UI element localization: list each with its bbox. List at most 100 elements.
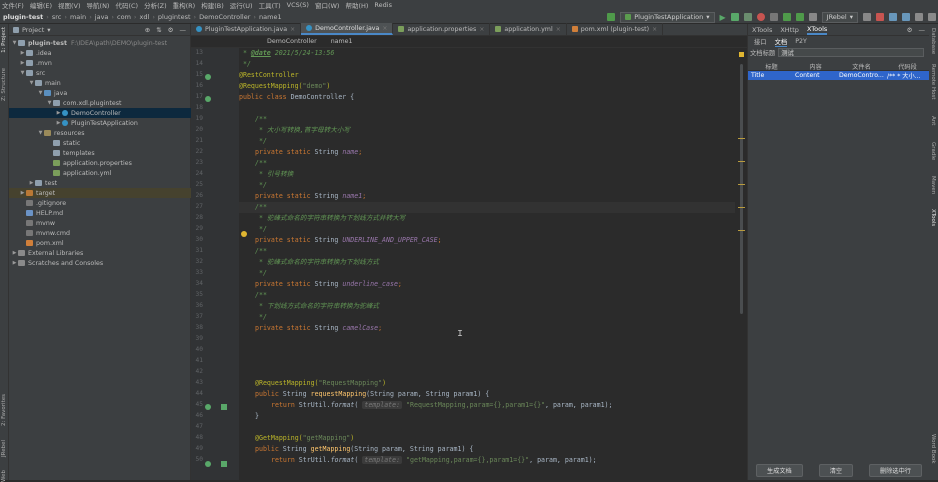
- code-line-24[interactable]: * 引号转换: [239, 169, 293, 180]
- menu-file[interactable]: 文件(F): [2, 0, 24, 10]
- collapse-all-icon[interactable]: ⇅: [156, 26, 161, 34]
- menu-navigate[interactable]: 导航(N): [87, 0, 110, 10]
- code-line-14[interactable]: */: [239, 59, 251, 70]
- project-structure-icon[interactable]: [889, 13, 897, 21]
- generate-doc-button[interactable]: 生成文档: [755, 464, 803, 477]
- code-line-16[interactable]: @RequestMapping("demo"): [239, 81, 330, 92]
- favorites-tool-button[interactable]: 2: Favorites: [1, 394, 7, 426]
- profile-icon[interactable]: [756, 13, 765, 21]
- tree-item-external-libraries[interactable]: ▶ External Libraries: [9, 248, 191, 258]
- sdk-icon[interactable]: [902, 13, 910, 21]
- code-line-13[interactable]: * @date 2021/5/24-13:56: [239, 48, 334, 59]
- jrebel-debug-icon[interactable]: [795, 13, 804, 21]
- tree-item-idea[interactable]: ▶ .idea: [9, 48, 191, 58]
- code-line-36[interactable]: * 下划线方式命名的字符串转换为驼峰式: [239, 301, 379, 312]
- menu-help[interactable]: 帮助(H): [345, 0, 368, 10]
- tree-item-templates[interactable]: templates: [9, 148, 191, 158]
- tab-application-yml[interactable]: application.yml ×: [490, 23, 567, 35]
- tree-item-application-properties[interactable]: application.properties: [9, 158, 191, 168]
- code-line-35[interactable]: /**: [239, 290, 267, 301]
- column-header-filename[interactable]: 文件名: [836, 62, 884, 71]
- run-icon[interactable]: ▶: [720, 13, 726, 22]
- tree-item-application-yml[interactable]: application.yml: [9, 168, 191, 178]
- tree-item-java[interactable]: ▼ java: [9, 88, 191, 98]
- menu-redis[interactable]: Redis: [374, 1, 392, 9]
- code-line-32[interactable]: * 驼峰式命名的字符串转换为下划线方式: [239, 257, 379, 268]
- code-line-30[interactable]: private static String UNDERLINE_AND_UPPE…: [239, 235, 442, 246]
- spring-endpoint-icon[interactable]: [205, 461, 211, 467]
- tab-pom-xml[interactable]: pom.xml (plugin-test) ×: [567, 23, 664, 35]
- tree-item-pom-xml[interactable]: pom.xml: [9, 238, 191, 248]
- column-header-title[interactable]: 标题: [748, 62, 792, 71]
- locate-icon[interactable]: ⊕: [145, 26, 150, 34]
- menu-edit[interactable]: 编辑(E): [30, 0, 52, 10]
- run-method-icon[interactable]: [221, 461, 227, 467]
- menu-vcs[interactable]: VCS(S): [287, 1, 309, 9]
- ant-tool-button[interactable]: Ant: [930, 116, 936, 125]
- code-line-48[interactable]: @GetMapping("getMapping"): [239, 433, 354, 444]
- code-line-33[interactable]: */: [239, 268, 267, 279]
- menu-refactor[interactable]: 重构(R): [173, 0, 196, 10]
- coverage-icon[interactable]: [743, 13, 752, 21]
- tab-plugintestapplication[interactable]: PluginTestApplication.java ×: [191, 23, 302, 35]
- code-line-28[interactable]: * 驼峰式命名的字符串转换为下划线方式并转大写: [239, 213, 405, 224]
- warning-icon[interactable]: [739, 52, 744, 57]
- stop-icon[interactable]: [876, 13, 884, 21]
- subtab-p2y[interactable]: P2Y: [795, 38, 807, 45]
- jrebel-panel-icon[interactable]: [863, 13, 871, 21]
- close-icon[interactable]: ×: [652, 26, 657, 33]
- breadcrumb-field[interactable]: name1: [259, 13, 282, 21]
- code-line-20[interactable]: * 大小写转换,首字母转大小写: [239, 125, 350, 136]
- tree-item-src[interactable]: ▼ src: [9, 68, 191, 78]
- column-header-content[interactable]: 内容: [792, 62, 836, 71]
- menu-window[interactable]: 窗口(W): [315, 0, 340, 10]
- tree-item-democontroller[interactable]: ▶ DemoController: [9, 108, 191, 118]
- tree-item-mvnw-cmd[interactable]: mvnw.cmd: [9, 228, 191, 238]
- tree-item-plugin-test[interactable]: ▼ plugin-test F:\IDEA\path\DEMO\plugin-tes…: [9, 38, 191, 48]
- debug-icon[interactable]: [730, 13, 739, 21]
- spring-endpoint-icon[interactable]: [205, 404, 211, 410]
- jrebel-update-icon[interactable]: [808, 13, 817, 21]
- doc-title-input[interactable]: [778, 48, 925, 57]
- menu-code[interactable]: 代码(C): [115, 0, 138, 10]
- tree-item-resources[interactable]: ▼ resources: [9, 128, 191, 138]
- chevron-down-icon[interactable]: ▾: [47, 26, 50, 34]
- tab-xtools-1[interactable]: XTools: [752, 26, 772, 34]
- code-line-15[interactable]: @RestController: [239, 70, 299, 81]
- remote-host-tool-button[interactable]: Remote Host: [930, 64, 936, 100]
- tree-item-mvnw[interactable]: mvnw: [9, 218, 191, 228]
- web-tool-button[interactable]: Web: [1, 470, 7, 482]
- menu-run[interactable]: 运行(U): [230, 0, 253, 10]
- close-icon[interactable]: ×: [479, 26, 484, 33]
- code-line-43[interactable]: @RequestMapping("RequestMapping"): [239, 378, 386, 389]
- tree-item-static[interactable]: static: [9, 138, 191, 148]
- tree-item-mvn[interactable]: ▶ .mvn: [9, 58, 191, 68]
- xtools-tool-button[interactable]: XTools: [930, 209, 936, 226]
- subtab-api[interactable]: 接口: [754, 37, 767, 46]
- gradle-tool-button[interactable]: Gradle: [930, 142, 936, 160]
- structure-tool-button[interactable]: Z: Structure: [1, 68, 7, 101]
- menu-tools[interactable]: 工具(T): [259, 0, 281, 10]
- breadcrumb-java[interactable]: java: [95, 13, 109, 21]
- breadcrumb-class[interactable]: DemoController: [199, 13, 250, 21]
- tree-item-plugintestapplication[interactable]: ▶ PluginTestApplication: [9, 118, 191, 128]
- subtab-doc[interactable]: 文档: [774, 37, 788, 47]
- jrebel-run-icon[interactable]: [782, 13, 791, 21]
- code-line-23[interactable]: /**: [239, 158, 267, 169]
- code-line-22[interactable]: private static String name;: [239, 147, 362, 158]
- close-icon[interactable]: ×: [290, 26, 295, 33]
- hide-icon[interactable]: —: [180, 26, 187, 34]
- code-line-29[interactable]: */: [239, 224, 267, 235]
- spring-bean-icon[interactable]: [205, 74, 211, 80]
- scrollbar-thumb[interactable]: [740, 64, 743, 314]
- code-line-46[interactable]: }: [239, 411, 259, 422]
- run-configuration-select[interactable]: PluginTestApplication ▾: [620, 11, 715, 23]
- menu-build[interactable]: 构建(B): [201, 0, 224, 10]
- tab-democontroller[interactable]: DemoController.java ×: [301, 23, 394, 35]
- project-panel-title[interactable]: Project: [22, 26, 44, 34]
- breadcrumb-project[interactable]: plugin-test: [3, 13, 43, 21]
- breadcrumb-src[interactable]: src: [52, 13, 62, 21]
- word-book-tool-button[interactable]: Word Book: [930, 434, 936, 464]
- project-tool-button[interactable]: 1: Project: [1, 27, 7, 53]
- clear-button[interactable]: 清空: [818, 464, 854, 477]
